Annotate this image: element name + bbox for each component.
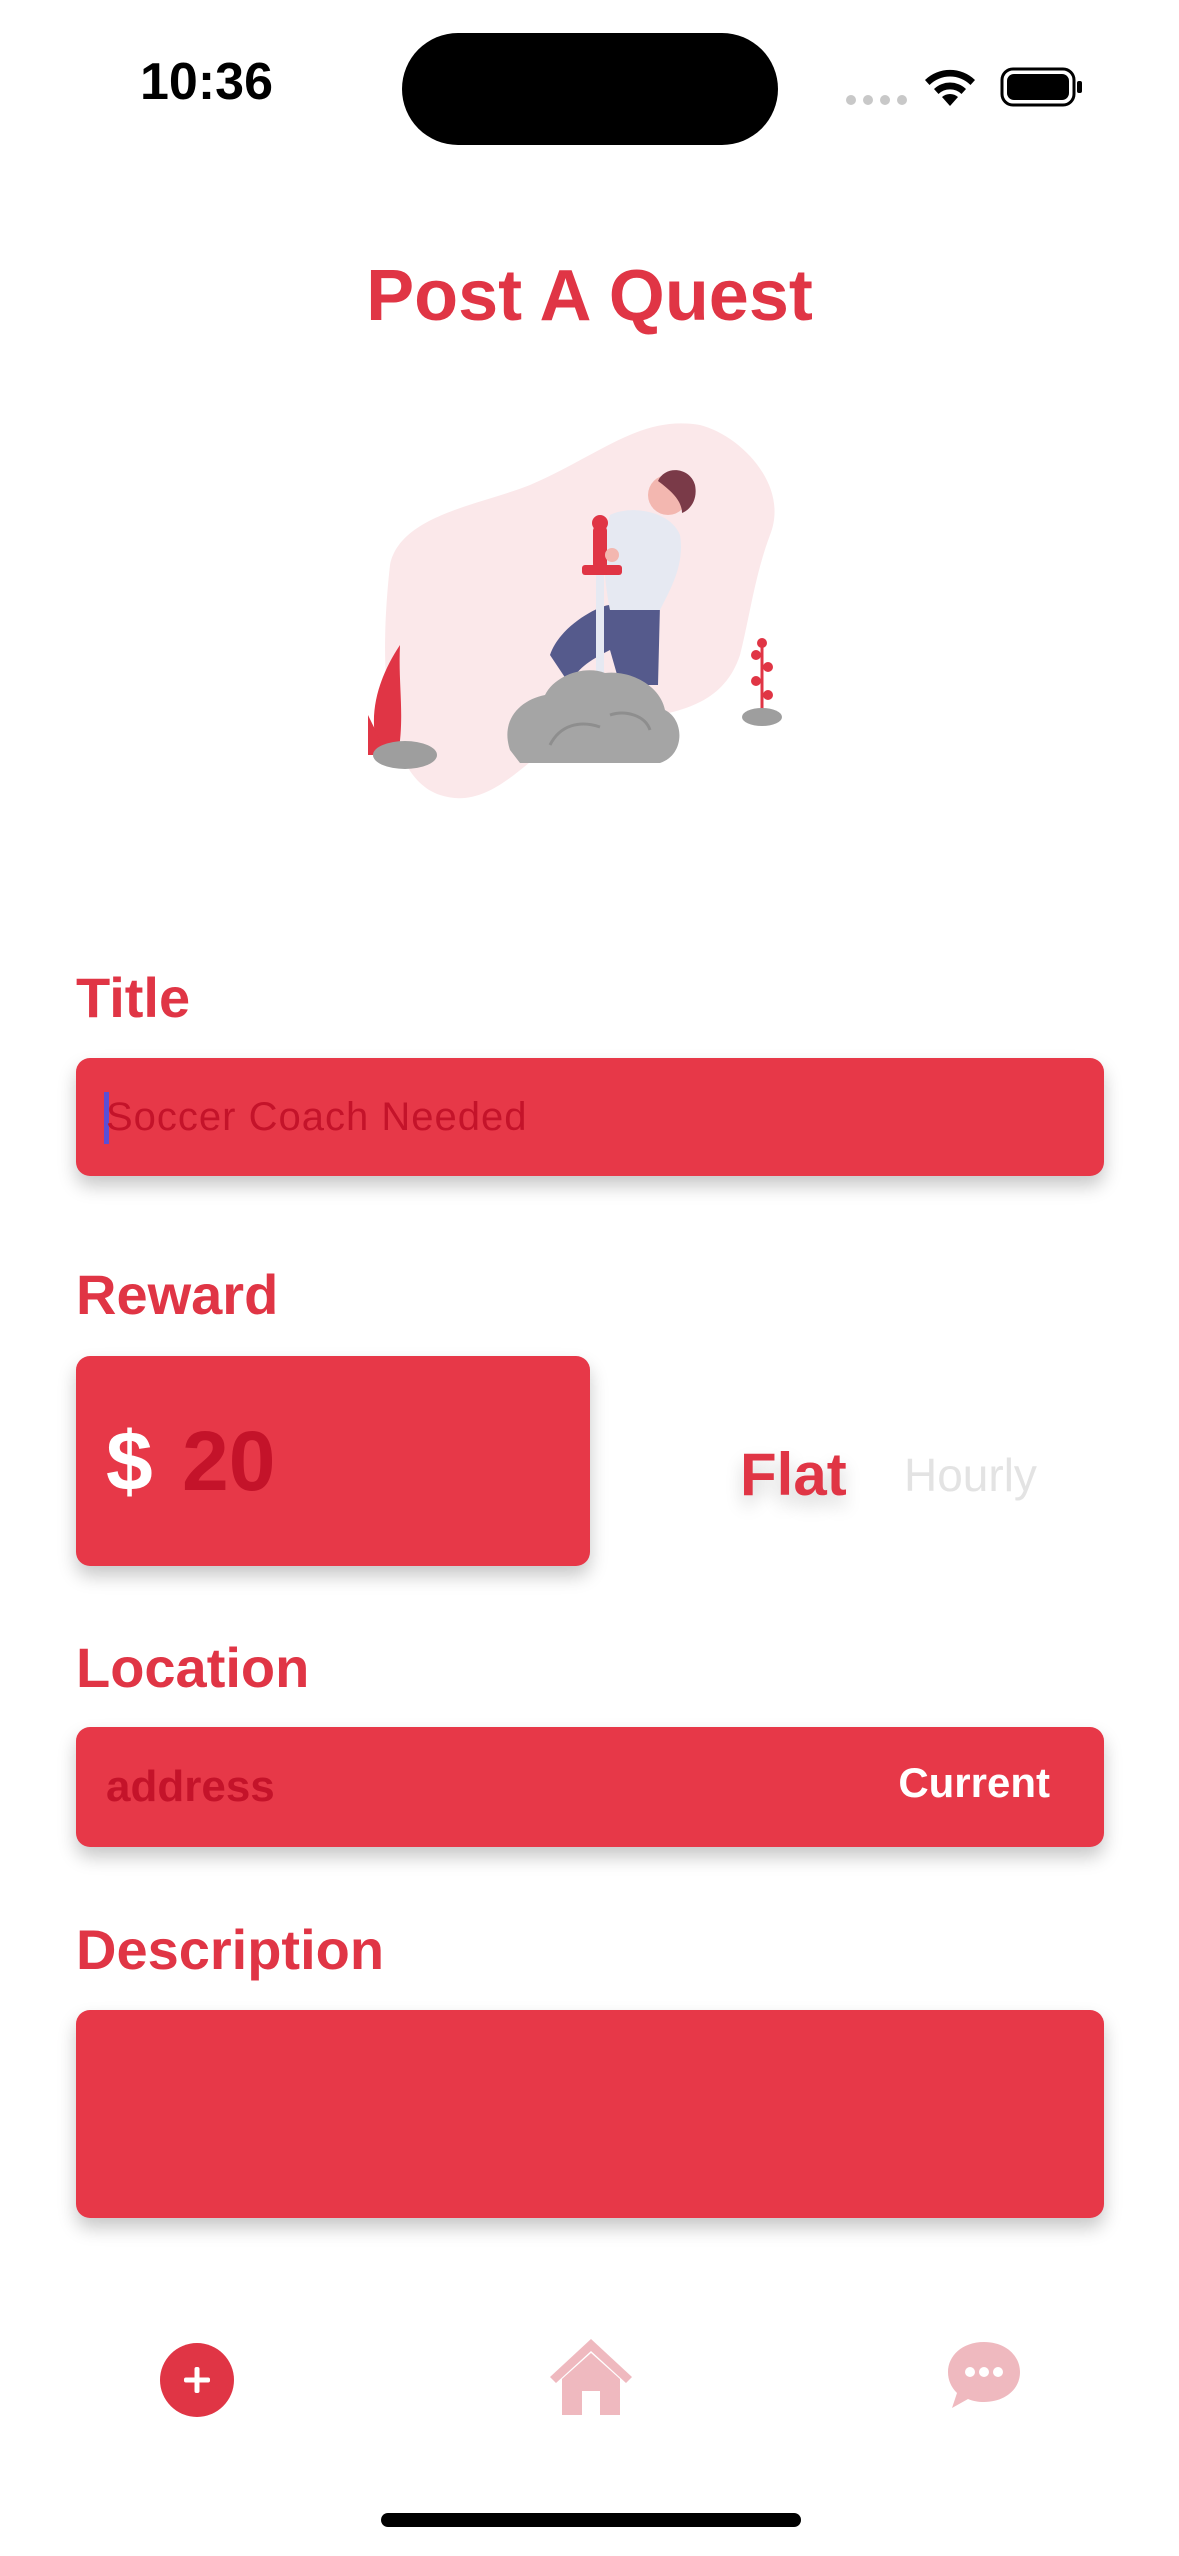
rate-hourly-option[interactable]: Hourly (904, 1448, 1037, 1502)
dynamic-island (402, 33, 778, 145)
hero-illustration (368, 423, 782, 799)
home-icon[interactable] (548, 2335, 634, 2415)
tab-add[interactable] (160, 2343, 234, 2417)
battery-icon (1000, 67, 1082, 107)
location-field[interactable]: address Current (76, 1727, 1104, 1847)
chat-bubble-icon[interactable] (946, 2338, 1022, 2414)
description-field[interactable] (76, 2010, 1104, 2218)
title-input-value[interactable]: Soccer Coach Needed (106, 1058, 527, 1176)
home-indicator (381, 2513, 801, 2527)
rate-flat-option[interactable]: Flat (740, 1440, 847, 1509)
plus-circle-icon (184, 2367, 210, 2393)
cellular-signal-icon (846, 95, 907, 105)
reward-label: Reward (76, 1263, 279, 1326)
page-title: Post A Quest (366, 256, 813, 336)
currency-symbol: $ (106, 1414, 153, 1508)
title-label: Title (76, 966, 191, 1029)
title-field[interactable]: Soccer Coach Needed (76, 1058, 1104, 1176)
reward-amount-input[interactable]: 20 (182, 1356, 275, 1566)
description-label: Description (76, 1918, 385, 1981)
address-input[interactable]: address (106, 1727, 275, 1847)
status-time: 10:36 (140, 53, 273, 111)
location-label: Location (76, 1636, 310, 1699)
wifi-icon (925, 69, 975, 106)
reward-field[interactable]: $ 20 (76, 1356, 590, 1566)
current-location-button[interactable]: Current (898, 1727, 1050, 1839)
